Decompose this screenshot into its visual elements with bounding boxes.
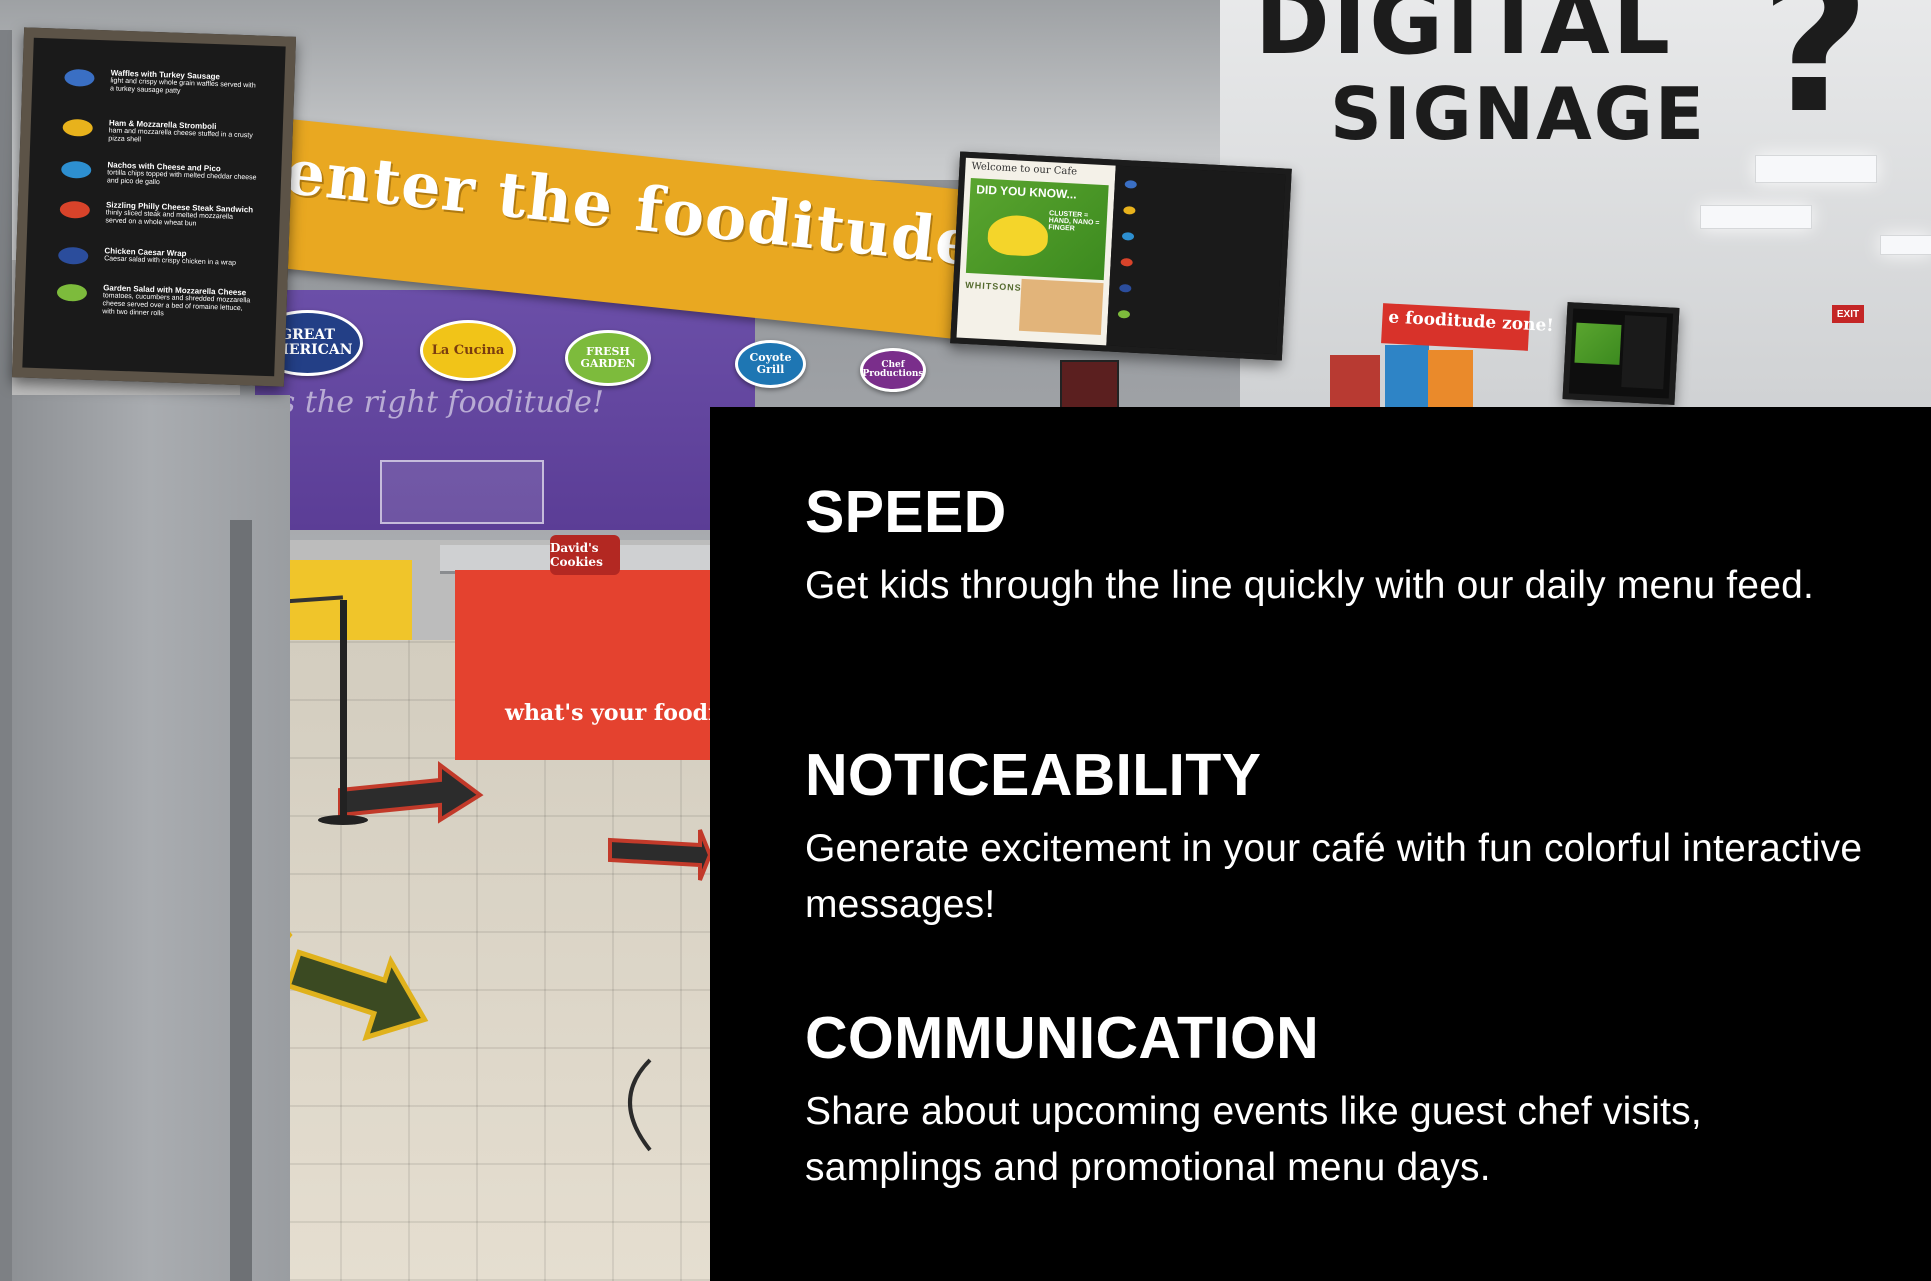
feature-heading: COMMUNICATION	[805, 1005, 1320, 1071]
menu-item: Chicken Caesar Wrap Caesar salad with cr…	[104, 246, 255, 268]
feature-heading: NOTICEABILITY	[805, 742, 1262, 808]
menu-item-logo	[59, 200, 91, 219]
stanchion-post	[340, 600, 347, 820]
sponsor-logo: WHITSONS	[965, 279, 1022, 293]
menu-item-logo	[56, 283, 88, 302]
banana-panel	[1574, 322, 1622, 365]
kids-photo	[1018, 278, 1104, 336]
banana-panel: DID YOU KNOW... CLUSTER = HAND, NANO = F…	[965, 178, 1109, 281]
logo-question-mark: ?	[1760, 0, 1871, 155]
feature-body: Share about upcoming events like guest c…	[805, 1089, 1702, 1190]
floor-arrow	[628, 1058, 652, 1152]
menu-item: Sizzling Philly Cheese Steak Sandwich th…	[105, 200, 256, 231]
ceiling-light	[1700, 205, 1812, 229]
wall-poster	[1385, 345, 1429, 415]
tv-screen-left: Welcome to our Cafe DID YOU KNOW... CLUS…	[956, 157, 1116, 346]
banana-facts: CLUSTER = HAND, NANO = FINGER	[1048, 210, 1100, 233]
menu-item-desc: tomatoes, cucumbers and shredded mozzare…	[102, 292, 251, 318]
floor-arrow	[338, 761, 484, 824]
menu-item-logo	[1121, 232, 1135, 241]
feature-speed: SPEED Get kids through the line quickly …	[805, 479, 1885, 614]
feature-noticeability: NOTICEABILITY Generate excitement in you…	[805, 742, 1885, 934]
feature-body: Get kids through the line quickly with o…	[805, 563, 1815, 607]
floor-arrow	[285, 949, 429, 1042]
menu-item: Waffles with Turkey Sausage light and cr…	[110, 68, 261, 99]
menu-item-logo	[1124, 180, 1137, 189]
hanging-tv-distant	[1562, 302, 1680, 405]
menu-item-logo	[1123, 206, 1136, 215]
floor-arrow	[608, 829, 710, 881]
station-sign-coyote: Coyote Grill	[735, 340, 806, 388]
exit-sign: EXIT	[1832, 305, 1864, 323]
menu-item-logo	[64, 68, 95, 87]
menu-item-logo	[1120, 257, 1133, 267]
tv-menu-panel	[1106, 165, 1286, 355]
banana-icon	[986, 214, 1049, 258]
menu-item: Garden Salad with Mozzarella Cheese toma…	[102, 283, 253, 322]
cookies-sign: David's Cookies	[550, 535, 620, 575]
station-sign-fresh: FRESH GARDEN	[565, 330, 651, 386]
menu-item: Ham & Mozzarella Stromboli ham and mozza…	[108, 118, 259, 149]
menu-item-logo	[1117, 309, 1131, 319]
did-you-know: DID YOU KNOW...	[975, 182, 1077, 202]
wall-poster	[1330, 355, 1380, 415]
pillar-edge	[0, 30, 12, 1281]
menu-board: Waffles with Turkey Sausage light and cr…	[11, 27, 297, 387]
tv-menu-panel	[1621, 315, 1667, 390]
wall-slogan: as the right fooditude!	[262, 385, 604, 420]
distant-banner: e fooditude zone!	[1381, 303, 1554, 351]
ceiling-light	[1880, 235, 1931, 255]
feature-heading: SPEED	[805, 479, 1007, 545]
floor-arrows	[230, 761, 710, 1152]
feature-body: Generate excitement in your café with fu…	[805, 826, 1863, 927]
logo-signage: SIGNAGE	[1330, 72, 1707, 156]
hanging-tv: Welcome to our Cafe DID YOU KNOW... CLUS…	[950, 151, 1292, 361]
menu-item-logo	[62, 118, 94, 137]
feature-communication: COMMUNICATION Share about upcoming event…	[805, 1005, 1885, 1197]
menu-item-logo	[1119, 283, 1132, 293]
stanchion-base	[318, 815, 368, 825]
door-frame	[230, 520, 252, 1281]
menu-item: Nachos with Cheese and Pico tortilla chi…	[107, 160, 258, 191]
menu-item-logo	[60, 160, 92, 179]
wall-poster	[1060, 360, 1119, 409]
station-sign-cucina: La Cucina	[420, 320, 516, 381]
counter-slogan: what's your foodi	[505, 700, 717, 726]
logo-digital: DIGITAL	[1255, 0, 1673, 75]
ceiling-light	[1755, 155, 1877, 183]
station-sign-chef: Chef Productions	[860, 348, 926, 392]
sneeze-guard	[380, 460, 544, 524]
menu-item-logo	[57, 246, 89, 265]
serving-counter	[455, 570, 720, 760]
